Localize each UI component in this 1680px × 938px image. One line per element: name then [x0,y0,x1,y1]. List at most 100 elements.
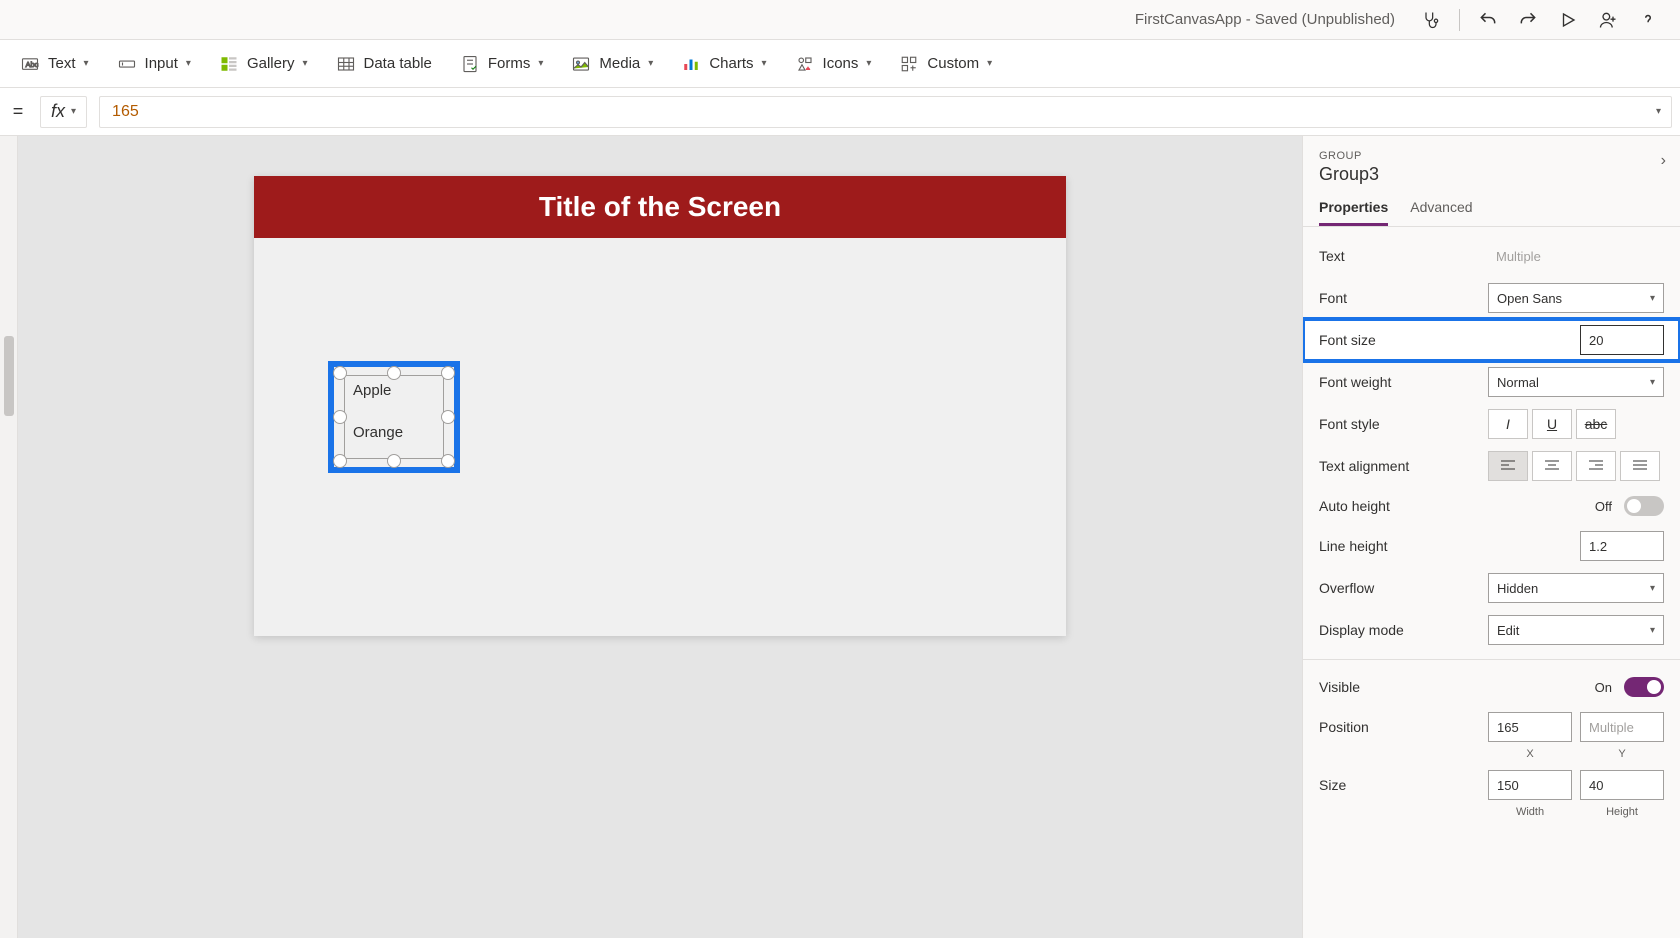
prop-font-style-label: Font style [1319,416,1480,432]
equals-label: = [8,101,28,122]
stethoscope-icon[interactable] [1415,4,1447,36]
properties-tabs: Properties Advanced [1303,191,1680,227]
prop-display-mode-select[interactable]: Edit ▾ [1488,615,1664,645]
resize-handle[interactable] [333,366,347,380]
tab-advanced[interactable]: Advanced [1410,199,1472,226]
ribbon-charts-label: Charts [709,55,753,72]
align-center-button[interactable] [1532,451,1572,481]
prop-visible-label: Visible [1319,679,1480,695]
ribbon-custom[interactable]: Custom ▾ [899,54,992,74]
prop-text-value[interactable]: Multiple [1488,241,1664,271]
canvas-area[interactable]: Title of the Screen Apple Orange [18,136,1302,938]
chevron-down-icon: ▾ [1650,583,1655,594]
play-icon[interactable] [1552,4,1584,36]
size-w-value: 150 [1497,778,1519,793]
ribbon-input[interactable]: Input ▾ [117,54,191,74]
ribbon-forms-label: Forms [488,55,531,72]
prop-line-height-input[interactable]: 1.2 [1580,531,1664,561]
prop-position: Position 165 Multiple [1303,706,1680,748]
help-icon[interactable] [1632,4,1664,36]
chevron-down-icon: ▾ [302,58,307,69]
visible-toggle[interactable] [1624,677,1664,697]
size-w-label: Width [1488,806,1572,818]
chevron-down-icon[interactable]: ▾ [1656,106,1661,117]
titlebar: FirstCanvasApp - Saved (Unpublished) [0,0,1680,40]
prop-font-value: Open Sans [1497,291,1562,306]
gallery-icon [219,54,239,74]
underline-button[interactable]: U [1532,409,1572,439]
align-justify-button[interactable] [1620,451,1660,481]
prop-font-weight-value: Normal [1497,375,1539,390]
size-h-input[interactable]: 40 [1580,770,1664,800]
ribbon-icons[interactable]: Icons ▾ [795,54,872,74]
prop-font-style: Font style I U abc [1303,403,1680,445]
prop-auto-height: Auto height Off [1303,487,1680,525]
resize-handle[interactable] [333,410,347,424]
label-orange: Orange [353,424,403,441]
pos-x-label: X [1488,748,1572,760]
chevron-down-icon: ▾ [71,106,76,117]
prop-overflow-select[interactable]: Hidden ▾ [1488,573,1664,603]
formula-input[interactable]: 165 ▾ [99,96,1672,128]
selection-box[interactable]: Apple Orange [328,361,460,473]
resize-handle[interactable] [387,454,401,468]
ribbon-datatable[interactable]: Data table [336,54,432,74]
prop-font-size-input[interactable]: 20 [1580,325,1664,355]
position-x-value: 165 [1497,720,1519,735]
ribbon-forms[interactable]: Forms ▾ [460,54,544,74]
visible-value: On [1595,680,1612,695]
prop-font-weight-select[interactable]: Normal ▾ [1488,367,1664,397]
chevron-down-icon: ▾ [1650,377,1655,388]
svg-text:Abc: Abc [26,60,39,69]
chevron-down-icon: ▾ [1650,625,1655,636]
strikethrough-button[interactable]: abc [1576,409,1616,439]
icons-icon [795,54,815,74]
auto-height-toggle[interactable] [1624,496,1664,516]
undo-icon[interactable] [1472,4,1504,36]
formula-value: 165 [112,103,139,121]
resize-handle[interactable] [387,366,401,380]
table-icon [336,54,356,74]
prop-display-mode: Display mode Edit ▾ [1303,609,1680,651]
size-h-label: Height [1580,806,1664,818]
share-person-icon[interactable] [1592,4,1624,36]
redo-icon[interactable] [1512,4,1544,36]
size-w-input[interactable]: 150 [1488,770,1572,800]
prop-line-height-label: Line height [1319,538,1480,554]
chevron-right-icon[interactable]: › [1661,152,1666,170]
ribbon-charts[interactable]: Charts ▾ [681,54,766,74]
resize-handle[interactable] [441,410,455,424]
canvas-screen[interactable]: Title of the Screen Apple Orange [254,176,1066,636]
align-right-button[interactable] [1576,451,1616,481]
italic-button[interactable]: I [1488,409,1528,439]
prop-font: Font Open Sans ▾ [1303,277,1680,319]
text-icon: Abc [20,54,40,74]
resize-handle[interactable] [333,454,347,468]
prop-font-weight: Font weight Normal ▾ [1303,361,1680,403]
left-rail[interactable] [0,136,18,938]
ribbon-input-label: Input [145,55,178,72]
position-x-input[interactable]: 165 [1488,712,1572,742]
prop-text-label: Text [1319,248,1480,264]
fx-dropdown[interactable]: fx ▾ [40,96,87,128]
object-type-label: GROUP [1319,150,1664,162]
ribbon-datatable-label: Data table [364,55,432,72]
ribbon-media[interactable]: Media ▾ [571,54,653,74]
input-icon [117,54,137,74]
prop-display-mode-label: Display mode [1319,622,1480,638]
pos-y-label: Y [1580,748,1664,760]
media-icon [571,54,591,74]
divider [1303,659,1680,660]
ribbon-text[interactable]: Abc Text ▾ [20,54,89,74]
position-y-input[interactable]: Multiple [1580,712,1664,742]
resize-handle[interactable] [441,454,455,468]
prop-font-select[interactable]: Open Sans ▾ [1488,283,1664,313]
main-area: Title of the Screen Apple Orange G [0,136,1680,938]
resize-handle[interactable] [441,366,455,380]
align-left-button[interactable] [1488,451,1528,481]
ribbon-gallery[interactable]: Gallery ▾ [219,54,308,74]
tab-properties[interactable]: Properties [1319,199,1388,226]
prop-font-size-label: Font size [1319,332,1480,348]
rail-handle[interactable] [4,336,14,416]
size-h-value: 40 [1589,778,1603,793]
